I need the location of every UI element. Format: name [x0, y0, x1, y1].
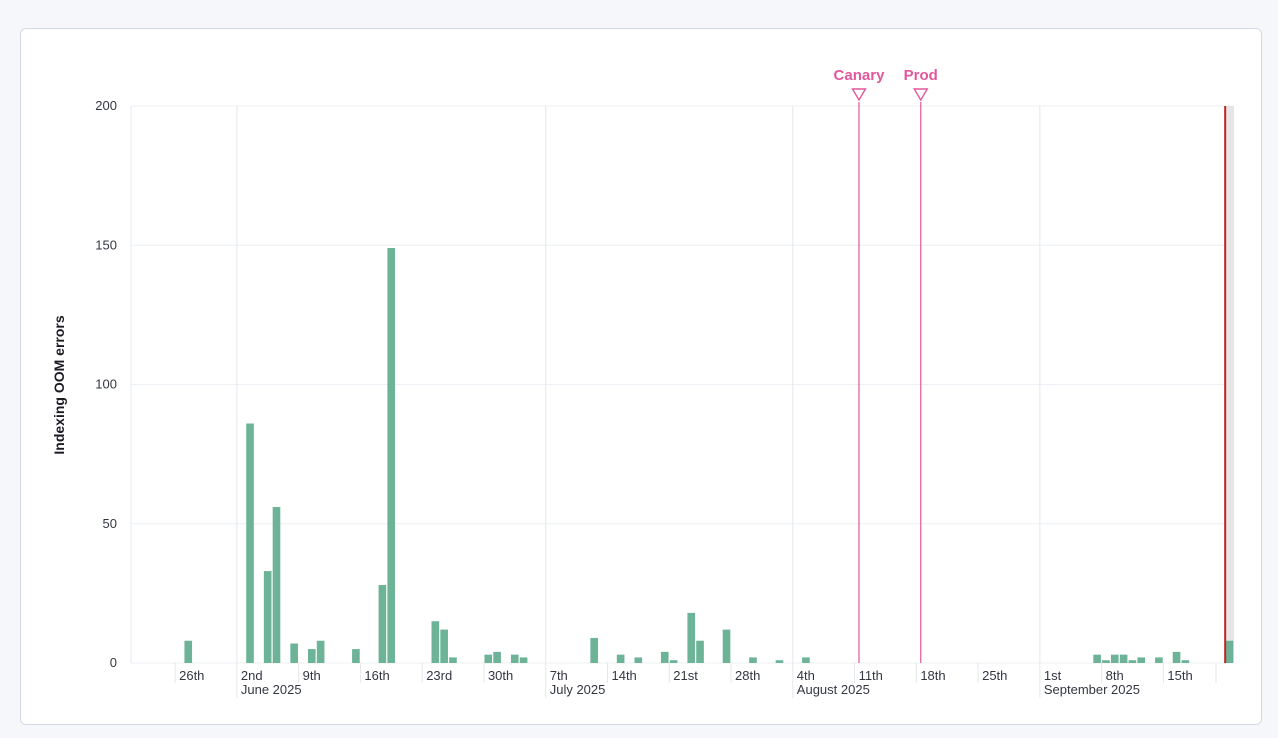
bar	[352, 649, 360, 663]
bar	[616, 654, 625, 663]
bar	[775, 660, 784, 663]
bar	[749, 657, 757, 663]
annotation-marker-icon	[913, 88, 929, 102]
bar	[590, 637, 598, 663]
y-tick-label: 0	[110, 655, 117, 670]
bar	[1093, 654, 1101, 663]
bar	[440, 629, 448, 663]
bar	[510, 654, 519, 663]
annotations: Canary Prod	[834, 67, 1227, 663]
oom-errors-chart: Indexing OOM errors 0 50 100 150 200 Canary P…	[51, 67, 1234, 698]
bar	[802, 657, 810, 663]
bar	[493, 651, 501, 663]
x-tick-label: 18th	[920, 668, 945, 683]
bar	[722, 629, 731, 663]
bar	[634, 657, 643, 663]
x-tick-label: 4th	[797, 668, 815, 683]
grid-lines	[130, 105, 1234, 698]
bar	[1110, 654, 1119, 663]
y-tick-label: 200	[95, 98, 117, 113]
x-tick-label: 25th	[982, 668, 1007, 683]
annotation-label: Canary	[834, 67, 886, 84]
x-month-label: June 2025	[241, 682, 302, 697]
bar	[1225, 640, 1234, 663]
x-tick-label: 28th	[735, 668, 760, 683]
current-period-shade	[1225, 106, 1234, 663]
bar	[660, 651, 669, 663]
x-tick-label: 30th	[488, 668, 513, 683]
x-tick-label: 21st	[673, 668, 698, 683]
bar	[519, 657, 528, 663]
y-axis-label: Indexing OOM errors	[51, 315, 67, 454]
bar	[263, 571, 272, 663]
x-tick-label: 9th	[303, 668, 321, 683]
bar	[1155, 657, 1163, 663]
bar	[484, 654, 493, 663]
annotation-label: Prod	[904, 67, 938, 84]
annotation-marker-icon	[851, 88, 867, 102]
y-tick-label: 50	[103, 516, 117, 531]
bar	[1128, 660, 1137, 663]
x-ticks: 26th 2ndJune 20259th 16th 23rd 30th 7thJuly 2…	[179, 668, 1193, 697]
bar	[1172, 651, 1181, 663]
x-tick-label: 16th	[364, 668, 389, 683]
x-tick-label: 23rd	[426, 668, 452, 683]
x-tick-label: 26th	[179, 668, 204, 683]
bar	[184, 640, 193, 663]
bar	[316, 640, 325, 663]
bar	[290, 643, 298, 663]
x-month-label: August 2025	[797, 682, 870, 697]
bar	[378, 585, 387, 663]
x-month-label: July 2025	[550, 682, 606, 697]
bar	[696, 640, 704, 663]
y-tick-label: 100	[95, 377, 117, 392]
bar	[449, 657, 457, 663]
x-tick-label: 11th	[859, 668, 883, 683]
bar	[1181, 660, 1190, 663]
y-tick-label: 150	[95, 237, 117, 252]
bar	[1137, 657, 1146, 663]
bar	[307, 649, 316, 663]
x-tick-label: 14th	[611, 668, 636, 683]
bar	[246, 423, 254, 663]
bar	[669, 660, 678, 663]
bars	[184, 248, 1234, 663]
x-tick-label: 2nd	[241, 668, 263, 683]
x-tick-label: 15th	[1167, 668, 1192, 683]
x-month-label: September 2025	[1044, 682, 1140, 697]
bar	[1119, 654, 1128, 663]
x-tick-label: 7th	[550, 668, 568, 683]
bar	[1102, 660, 1110, 663]
bar	[272, 507, 281, 663]
x-tick-label: 8th	[1106, 668, 1124, 683]
bar	[387, 248, 396, 663]
bar	[687, 612, 696, 663]
bar	[431, 621, 440, 663]
y-ticks: 0 50 100 150 200	[95, 98, 117, 670]
x-tick-label: 1st	[1044, 668, 1062, 683]
